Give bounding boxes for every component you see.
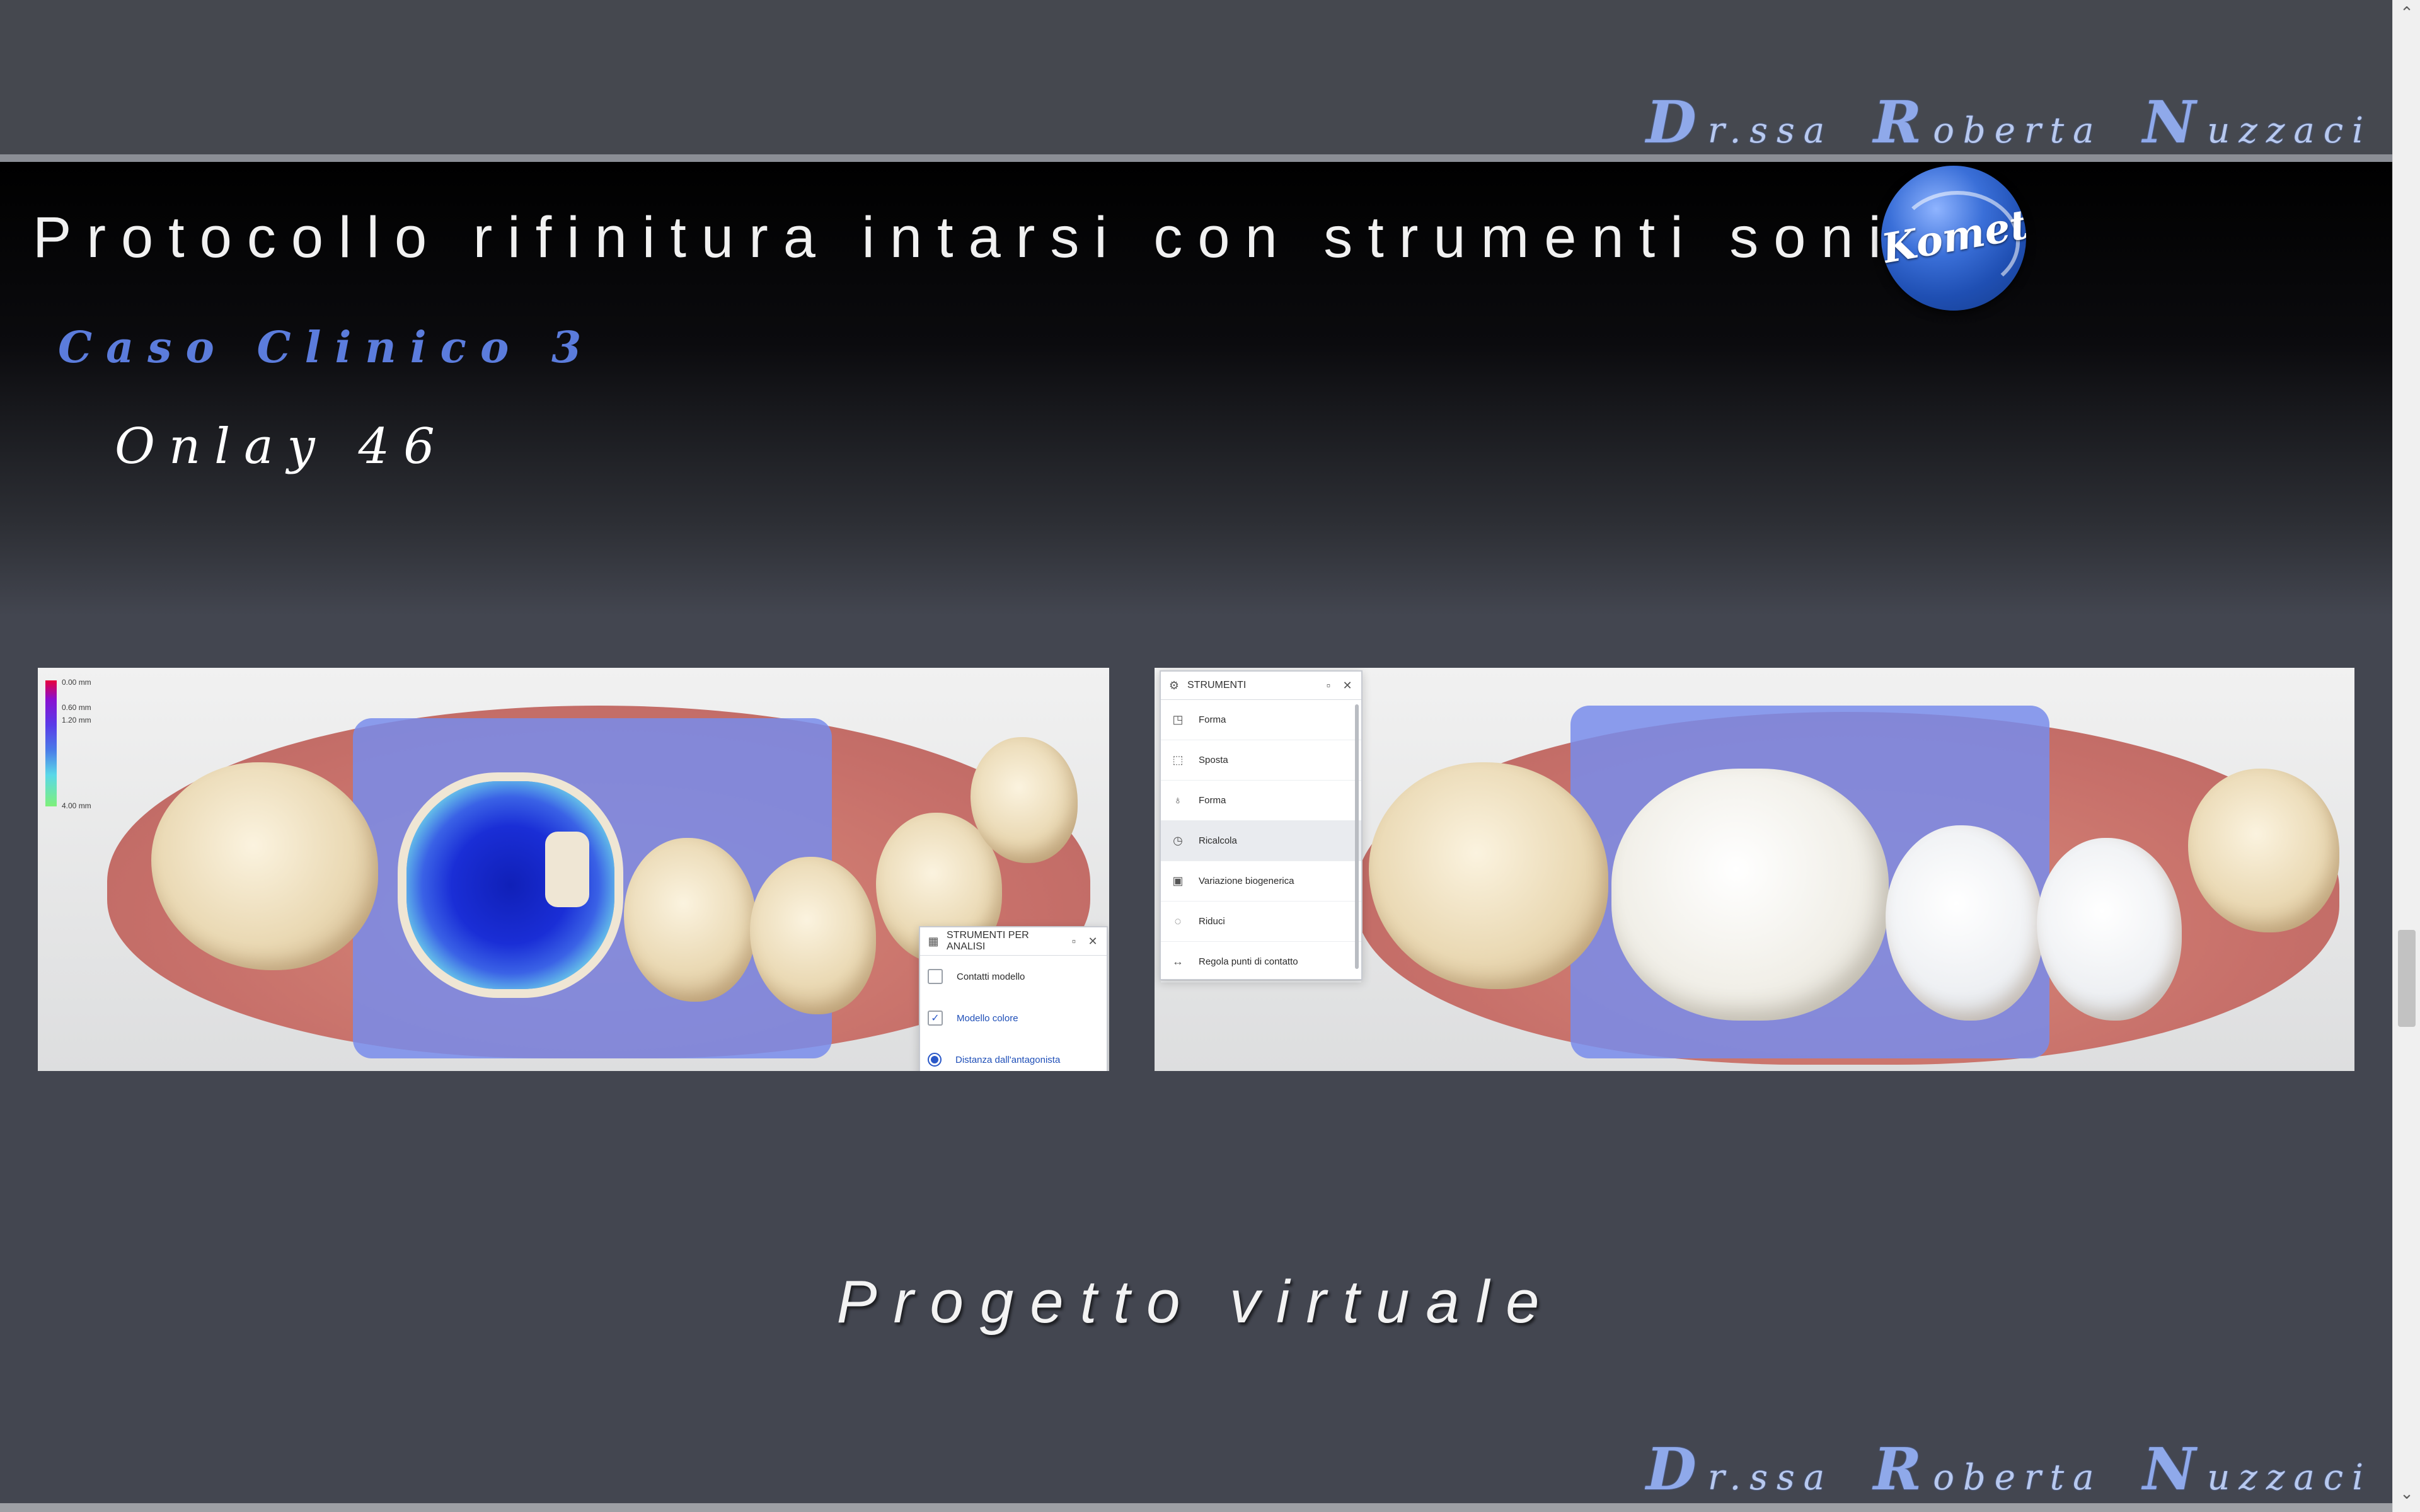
contacts-model-option[interactable]: Contatti modello — [920, 956, 1107, 997]
virtual-crown — [1611, 769, 1889, 1021]
gear-icon: ⚙ — [1168, 679, 1180, 692]
antagonist-distance-option[interactable]: Distanza dall'antagonista — [920, 1039, 1107, 1071]
tool-variazione-biogenerica[interactable]: ▣ Variazione biogenerica — [1161, 861, 1361, 902]
scale-label: 0.00 mm — [62, 678, 91, 687]
onlay-notch — [545, 832, 589, 907]
tools-scrollbar[interactable] — [1355, 704, 1359, 969]
scrollbar-thumb[interactable] — [2398, 930, 2416, 1027]
analysis-screenshot: 0.00 mm 0.60 mm 1.20 mm 4.00 mm ▦ STRUME… — [38, 668, 1109, 1071]
design-screenshot: ⚙ STRUMENTI ▫ ✕ ◳ Forma ⬚ Sposta ♁ Forma… — [1155, 668, 2354, 1071]
color-model-option[interactable]: ✓ Modello colore — [920, 997, 1107, 1039]
scroll-up-icon[interactable]: ⌃ — [2393, 4, 2420, 23]
tooth-shape-icon: ♁ — [1173, 794, 1182, 806]
reduce-icon: ◌ — [1174, 915, 1182, 927]
checkbox-checked[interactable]: ✓ — [928, 1011, 943, 1026]
tool-forma[interactable]: ◳ Forma — [1161, 700, 1361, 740]
slide-caption: Progetto virtuale — [836, 1268, 1556, 1336]
minimize-icon[interactable]: ▫ — [1321, 679, 1336, 692]
recalculate-icon: ◷ — [1173, 834, 1183, 847]
scroll-down-icon[interactable]: ⌄ — [2393, 1484, 2420, 1503]
case-title: Caso Clinico 3 — [58, 323, 596, 373]
distance-color-scale — [45, 680, 57, 806]
close-icon[interactable]: ✕ — [1340, 679, 1355, 692]
move-icon: ⬚ — [1172, 753, 1184, 766]
tools-panel-header: ⚙ STRUMENTI ▫ ✕ — [1161, 672, 1361, 700]
onlay-subtitle: Onlay 46 — [115, 418, 449, 475]
analysis-tools-panel: ▦ STRUMENTI PER ANALISI ▫ ✕ Contatti mod… — [919, 926, 1108, 1071]
tool-sposta[interactable]: ⬚ Sposta — [1161, 740, 1361, 781]
tools-panel: ⚙ STRUMENTI ▫ ✕ ◳ Forma ⬚ Sposta ♁ Forma… — [1160, 670, 1363, 982]
analysis-icon: ▦ — [928, 935, 939, 948]
scale-label: 0.60 mm — [62, 703, 91, 712]
biogeneric-icon: ▣ — [1172, 874, 1184, 887]
tool-riduci[interactable]: ◌ Riduci — [1161, 902, 1361, 942]
slide-title: Protocollo rifinitura intarsi con strume… — [33, 205, 1969, 270]
komet-logo: Komet — [1881, 166, 2026, 311]
radio-selected[interactable] — [928, 1053, 942, 1067]
tool-regola-punti-contatto[interactable]: ↔ Regola punti di contatto — [1161, 942, 1361, 982]
signature-bottom: Dr.ssa Roberta Nuzzaci — [1646, 1435, 2372, 1503]
close-icon[interactable]: ✕ — [1085, 935, 1100, 948]
slide-page: Dr.ssa Roberta Nuzzaci Protocollo rifini… — [0, 0, 2392, 1512]
analysis-panel-header: ▦ STRUMENTI PER ANALISI ▫ ✕ — [920, 927, 1107, 956]
tool-forma-2[interactable]: ♁ Forma — [1161, 781, 1361, 821]
signature-top: Dr.ssa Roberta Nuzzaci — [1646, 88, 2372, 156]
shape-icon: ◳ — [1172, 713, 1184, 726]
tool-ricalcola[interactable]: ◷ Ricalcola — [1161, 821, 1361, 861]
header-divider — [0, 154, 2392, 162]
scale-label: 1.20 mm — [62, 716, 91, 724]
contact-points-icon: ↔ — [1172, 955, 1184, 968]
scale-label: 4.00 mm — [62, 801, 91, 810]
window-scrollbar[interactable]: ⌃ ⌄ — [2392, 0, 2420, 1512]
minimize-icon[interactable]: ▫ — [1066, 935, 1081, 948]
bottom-strip — [0, 1503, 2392, 1512]
checkbox-unchecked[interactable] — [928, 969, 943, 984]
